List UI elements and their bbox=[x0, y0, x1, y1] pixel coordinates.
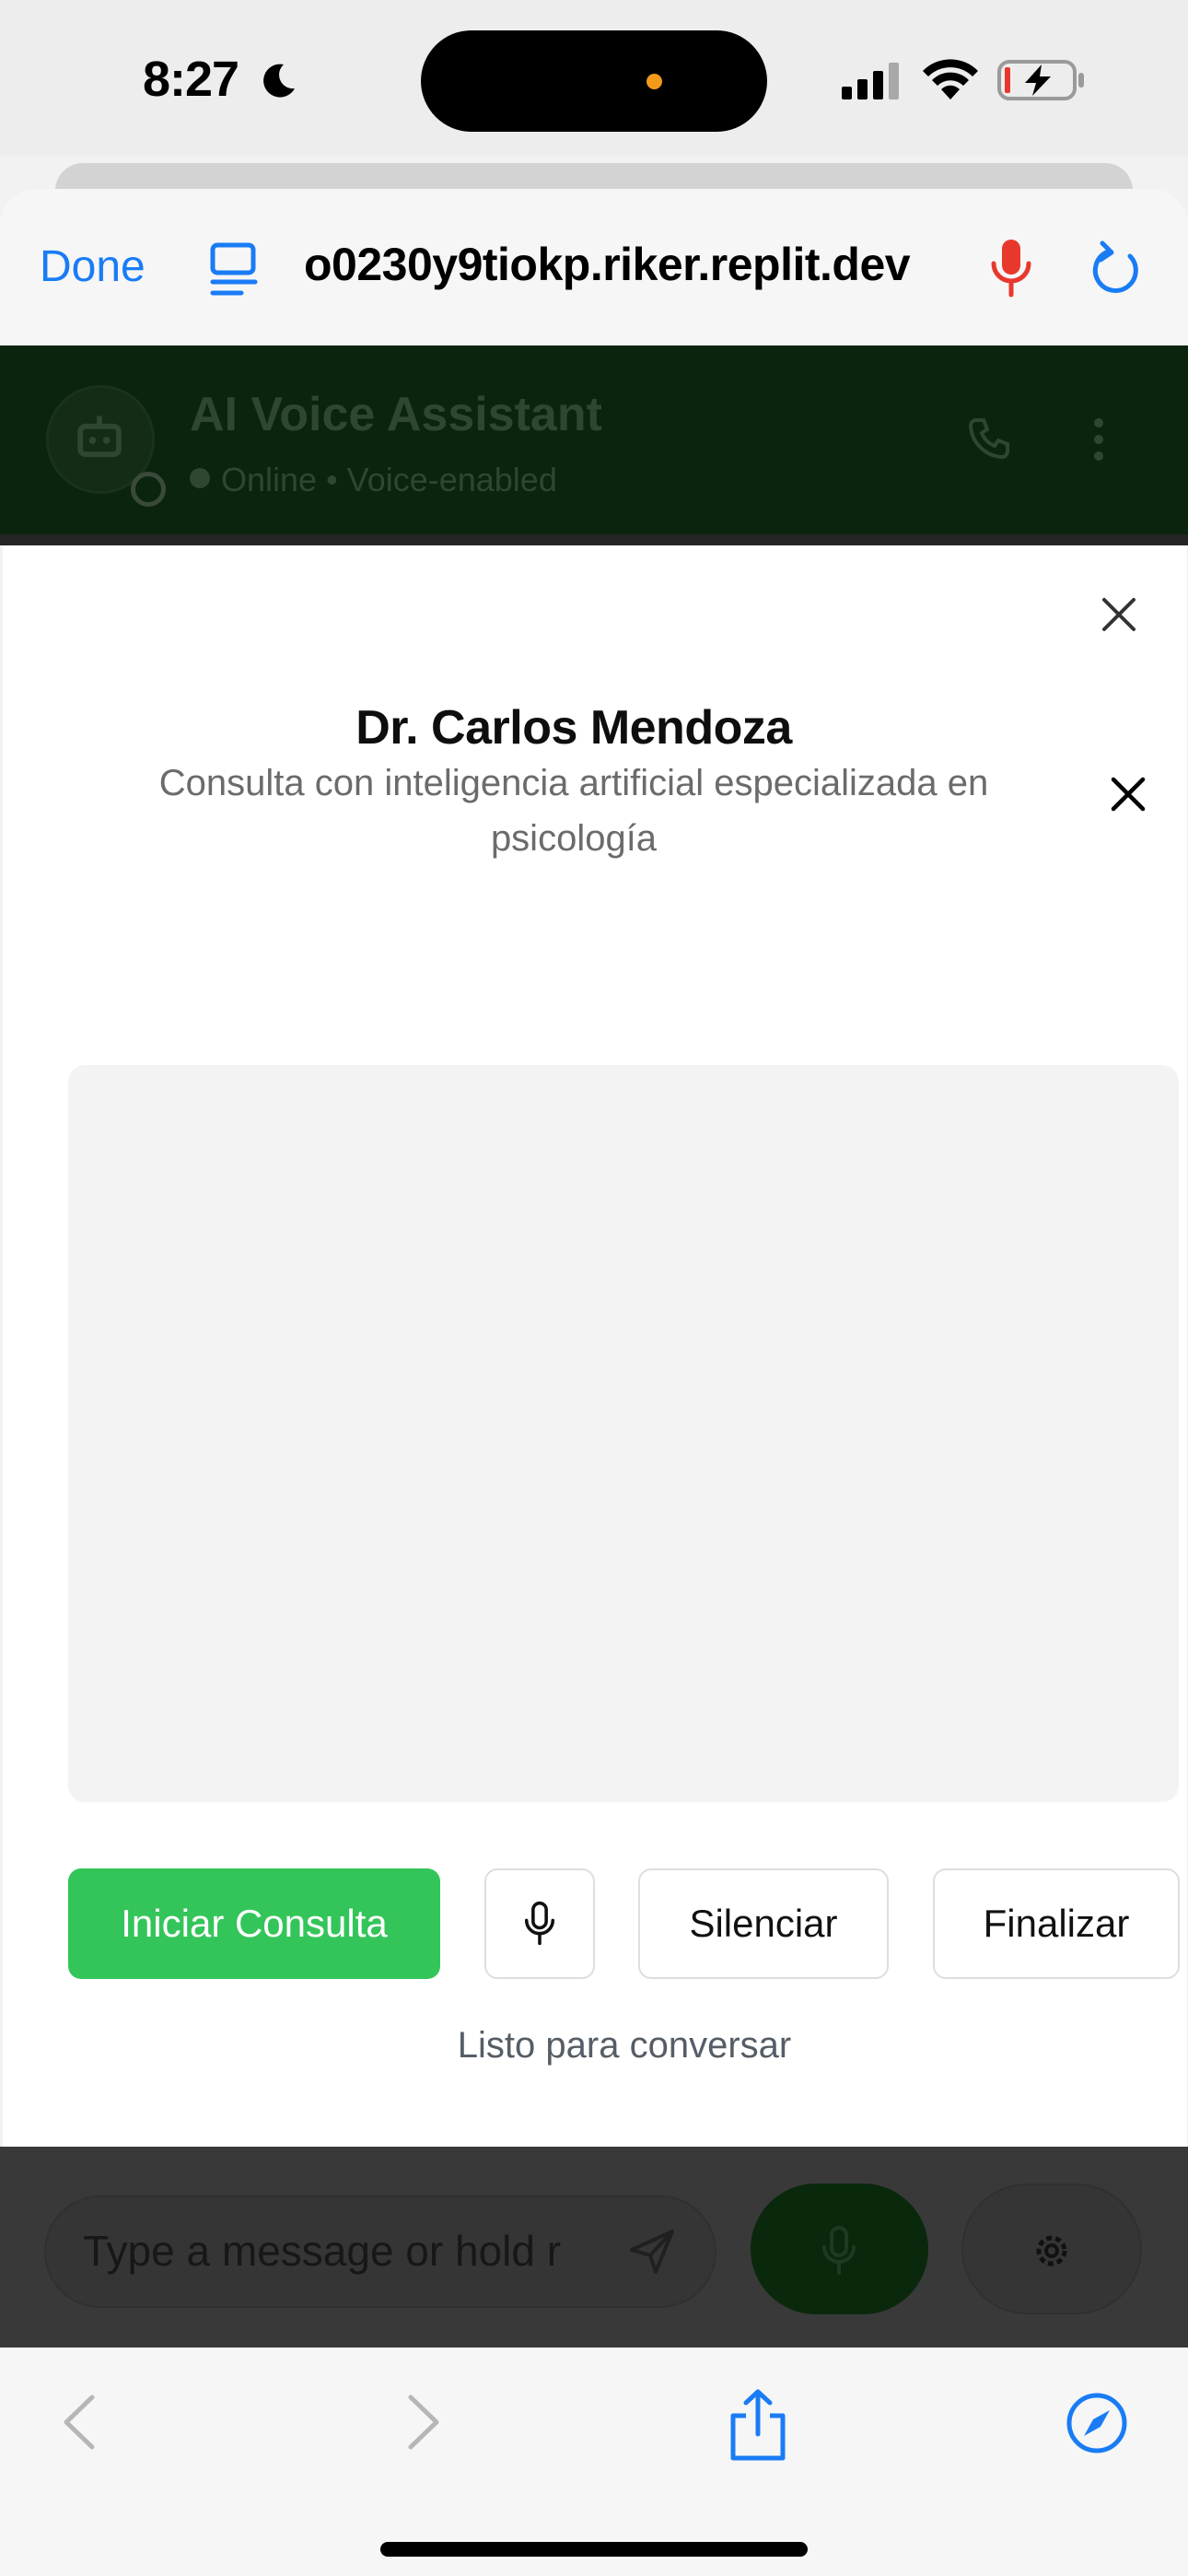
modal-description: Consulta con inteligencia artificial esp… bbox=[158, 763, 989, 859]
status-text: Listo para conversar bbox=[457, 2025, 792, 2066]
send-icon[interactable] bbox=[628, 2228, 676, 2276]
online-dot bbox=[190, 468, 210, 488]
mic-icon[interactable] bbox=[990, 238, 1032, 299]
message-placeholder: Type a message or hold r bbox=[83, 2227, 562, 2275]
gear-icon bbox=[1036, 2235, 1067, 2266]
more-vertical-icon[interactable] bbox=[1092, 416, 1105, 463]
mute-button[interactable]: Silenciar bbox=[638, 1868, 889, 1979]
reload-icon[interactable] bbox=[1089, 240, 1143, 295]
end-button[interactable]: Finalizar bbox=[933, 1868, 1180, 1979]
camera-indicator-dot bbox=[646, 74, 662, 89]
forward-icon[interactable] bbox=[405, 2394, 442, 2451]
done-button[interactable]: Done bbox=[40, 241, 146, 292]
compass-icon[interactable] bbox=[1066, 2392, 1128, 2454]
start-consultation-button[interactable]: Iniciar Consulta bbox=[68, 1868, 440, 1979]
share-icon[interactable] bbox=[728, 2388, 788, 2462]
mic-button[interactable] bbox=[484, 1868, 595, 1979]
signal-icon bbox=[842, 63, 899, 100]
mic-icon bbox=[822, 2226, 856, 2275]
back-icon[interactable] bbox=[61, 2394, 98, 2451]
url-field[interactable]: o0230y9tiokp.riker.replit.dev bbox=[304, 238, 949, 291]
home-indicator bbox=[380, 2542, 808, 2557]
divider bbox=[0, 534, 1188, 545]
app-title: AI Voice Assistant bbox=[190, 388, 602, 441]
reader-icon[interactable] bbox=[210, 241, 258, 297]
close-icon[interactable] bbox=[1099, 594, 1139, 635]
close-icon[interactable] bbox=[1108, 774, 1148, 814]
wifi-icon bbox=[923, 59, 978, 100]
status-time: 8:27 bbox=[143, 52, 239, 107]
video-area bbox=[68, 1065, 1179, 1802]
phone-icon[interactable] bbox=[967, 416, 1011, 461]
moon-icon bbox=[263, 64, 295, 98]
mic-icon bbox=[524, 1901, 555, 1946]
avatar-status-indicator bbox=[131, 472, 166, 507]
app-subtitle: Online • Voice-enabled bbox=[221, 461, 557, 498]
modal-title: Dr. Carlos Mendoza bbox=[355, 701, 792, 755]
battery-charging-icon bbox=[997, 60, 1084, 100]
dynamic-island bbox=[421, 30, 767, 132]
